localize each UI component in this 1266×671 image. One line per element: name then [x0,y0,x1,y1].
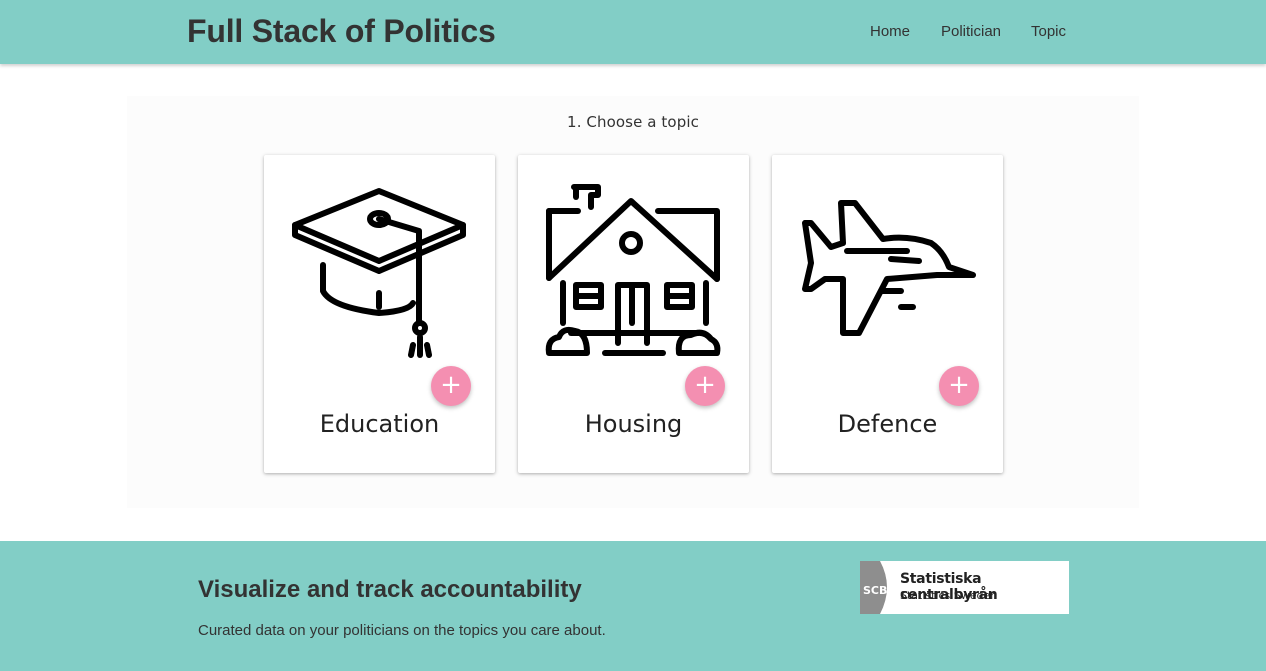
house-icon [545,184,721,356]
topic-title-defence: Defence [837,410,938,438]
topic-card-housing[interactable]: + Housing [518,155,749,473]
add-housing-button[interactable]: + [685,366,725,406]
scb-logo[interactable]: SCB Statistiska centralbyrån Statistics … [860,561,1069,614]
nav-home-link[interactable]: Home [870,23,910,40]
nav-politician-link[interactable]: Politician [941,23,1001,40]
graduation-cap-icon [292,188,466,358]
nav-topic-link[interactable]: Topic [1031,23,1066,40]
topic-title-education: Education [319,410,440,438]
add-defence-button[interactable]: + [939,366,979,406]
add-education-button[interactable]: + [431,366,471,406]
logo-subtitle: Statistics Sweden [900,589,998,602]
page-footer: Visualize and track accountability Curat… [0,541,1266,671]
footer-title: Visualize and track accountability [198,576,582,603]
top-navbar: Full Stack of Politics Home Politician T… [0,0,1266,64]
topic-card-education[interactable]: + Education [264,155,495,473]
svg-text:SCB: SCB [863,584,887,597]
scb-emblem-icon: SCB [860,561,887,614]
nav-links: Home Politician Topic [0,23,1266,43]
topic-title-housing: Housing [584,410,683,438]
topic-card-defence[interactable]: + Defence [772,155,1003,473]
fighter-jet-icon [802,200,976,336]
choose-topic-instruction: 1. Choose a topic [567,113,699,131]
footer-description: Curated data on your politicians on the … [198,622,606,639]
